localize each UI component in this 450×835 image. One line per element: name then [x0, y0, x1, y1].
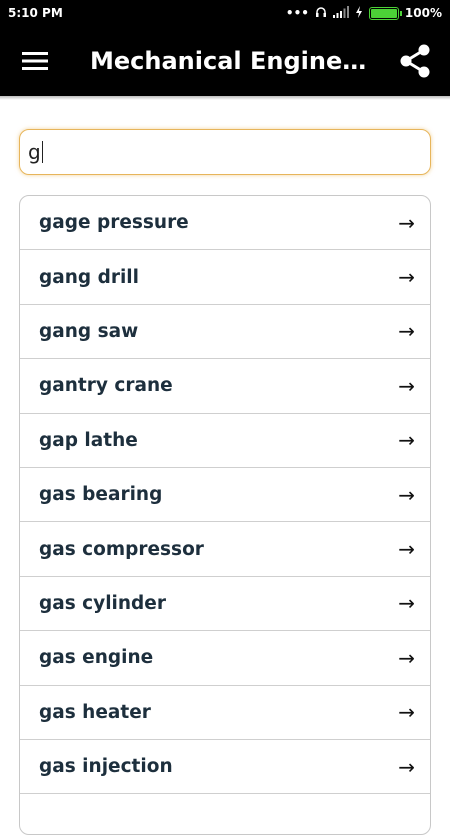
arrow-right-icon[interactable]: →	[398, 646, 415, 670]
search-input[interactable]: g	[19, 129, 431, 175]
arrow-right-icon[interactable]: →	[398, 537, 415, 561]
list-item[interactable]: gang saw →	[20, 305, 430, 360]
list-item[interactable]: gage pressure →	[20, 196, 430, 251]
results-list: gage pressure → gang drill → gang saw → gantry…	[19, 195, 431, 835]
arrow-right-icon[interactable]: →	[398, 483, 415, 507]
arrow-right-icon[interactable]: →	[398, 591, 415, 615]
search-value: g	[28, 140, 41, 164]
list-item[interactable]: gas compressor →	[20, 522, 430, 577]
list-item-label: gas heater	[39, 701, 151, 723]
list-item[interactable]: gap lathe →	[20, 414, 430, 468]
list-item-label: gage pressure	[39, 212, 189, 234]
appbar-shadow	[0, 96, 450, 100]
list-item-label: gang saw	[39, 320, 139, 342]
battery-percent: 100%	[404, 6, 442, 20]
status-bar: 5:10 PM ••• 100%	[0, 0, 450, 26]
arrow-right-icon[interactable]: →	[398, 265, 415, 289]
list-item-label: gas bearing	[39, 484, 163, 506]
list-item-label: gas cylinder	[39, 592, 166, 614]
list-item-label: gap lathe	[39, 429, 138, 451]
list-item-label: gas engine	[39, 647, 154, 669]
app-bar: Mechanical Engineerin…	[0, 26, 450, 96]
list-item[interactable]: gas cylinder →	[20, 577, 430, 632]
battery-icon	[368, 6, 402, 20]
list-item[interactable]: gas bearing →	[20, 468, 430, 523]
arrow-right-icon[interactable]: →	[398, 374, 415, 398]
signal-icon	[332, 5, 349, 21]
battery-fill	[370, 8, 397, 18]
list-item[interactable]: gang drill →	[20, 250, 430, 305]
charging-icon	[355, 5, 363, 21]
hamburger-menu-icon	[22, 52, 48, 70]
status-time: 5:10 PM	[8, 6, 63, 20]
list-item-label: gantry crane	[39, 375, 173, 397]
arrow-right-icon[interactable]: →	[398, 319, 415, 343]
menu-button[interactable]	[0, 26, 70, 96]
list-item[interactable]: gas engine →	[20, 631, 430, 686]
share-icon	[400, 44, 430, 78]
list-item-label: gang drill	[39, 266, 139, 288]
text-caret	[41, 141, 44, 163]
status-icons: ••• 100%	[285, 5, 442, 21]
arrow-right-icon[interactable]: →	[398, 700, 415, 724]
share-button[interactable]	[380, 26, 450, 96]
list-item[interactable]: gas injection →	[20, 740, 430, 795]
list-item[interactable]: gantry crane →	[20, 359, 430, 414]
arrow-right-icon[interactable]: →	[398, 428, 415, 452]
list-item[interactable]	[20, 794, 430, 834]
headphones-icon	[315, 6, 327, 21]
list-item[interactable]: gas heater →	[20, 686, 430, 740]
page-title: Mechanical Engineerin…	[90, 47, 380, 75]
arrow-right-icon[interactable]: →	[398, 211, 415, 235]
list-item-label: gas compressor	[39, 538, 204, 560]
list-item-label: gas injection	[39, 756, 173, 778]
dots-icon: •••	[285, 6, 309, 20]
arrow-right-icon[interactable]: →	[398, 755, 415, 779]
